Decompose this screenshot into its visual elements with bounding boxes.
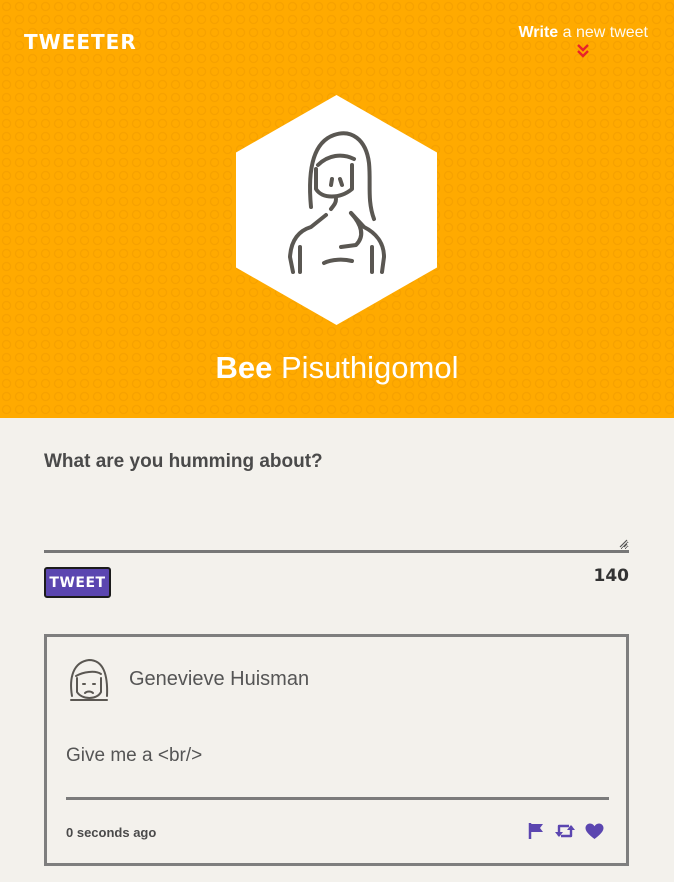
tweet-timestamp: 0 seconds ago [66, 825, 157, 840]
app-logo[interactable]: TWEETER [24, 30, 137, 54]
author-avatar-icon [70, 659, 109, 701]
profile-header: TWEETER Write a new tweet Bee Pisuthigom… [0, 0, 674, 418]
double-chevron-down-icon [577, 44, 590, 58]
tweet-card: Genevieve Huisman Give me a <br/> 0 seco… [44, 634, 629, 866]
profile-avatar [236, 95, 437, 325]
composer-prompt: What are you humming about? [44, 451, 323, 472]
tweet-button[interactable]: TWEET [44, 567, 111, 598]
char-counter: 140 [593, 566, 630, 586]
profile-first-name: Bee [215, 350, 273, 385]
write-new-tweet-link[interactable]: Write a new tweet [518, 24, 648, 58]
retweet-icon[interactable] [554, 822, 576, 844]
tweet-textarea[interactable] [44, 480, 629, 553]
flag-icon[interactable] [527, 822, 545, 844]
tweet-body-text: Give me a <br/> [66, 745, 203, 766]
tweet-divider [66, 797, 609, 800]
tweet-author-name[interactable]: Genevieve Huisman [129, 668, 309, 691]
profile-name: Bee Pisuthigomol [0, 350, 674, 386]
resize-grip-icon[interactable] [619, 539, 628, 548]
tweet-actions [527, 822, 604, 844]
profile-last-name: Pisuthigomol [272, 350, 459, 385]
compose-link-strong: Write [518, 24, 559, 41]
heart-icon[interactable] [585, 823, 604, 844]
compose-link-text: a new tweet [558, 24, 648, 41]
